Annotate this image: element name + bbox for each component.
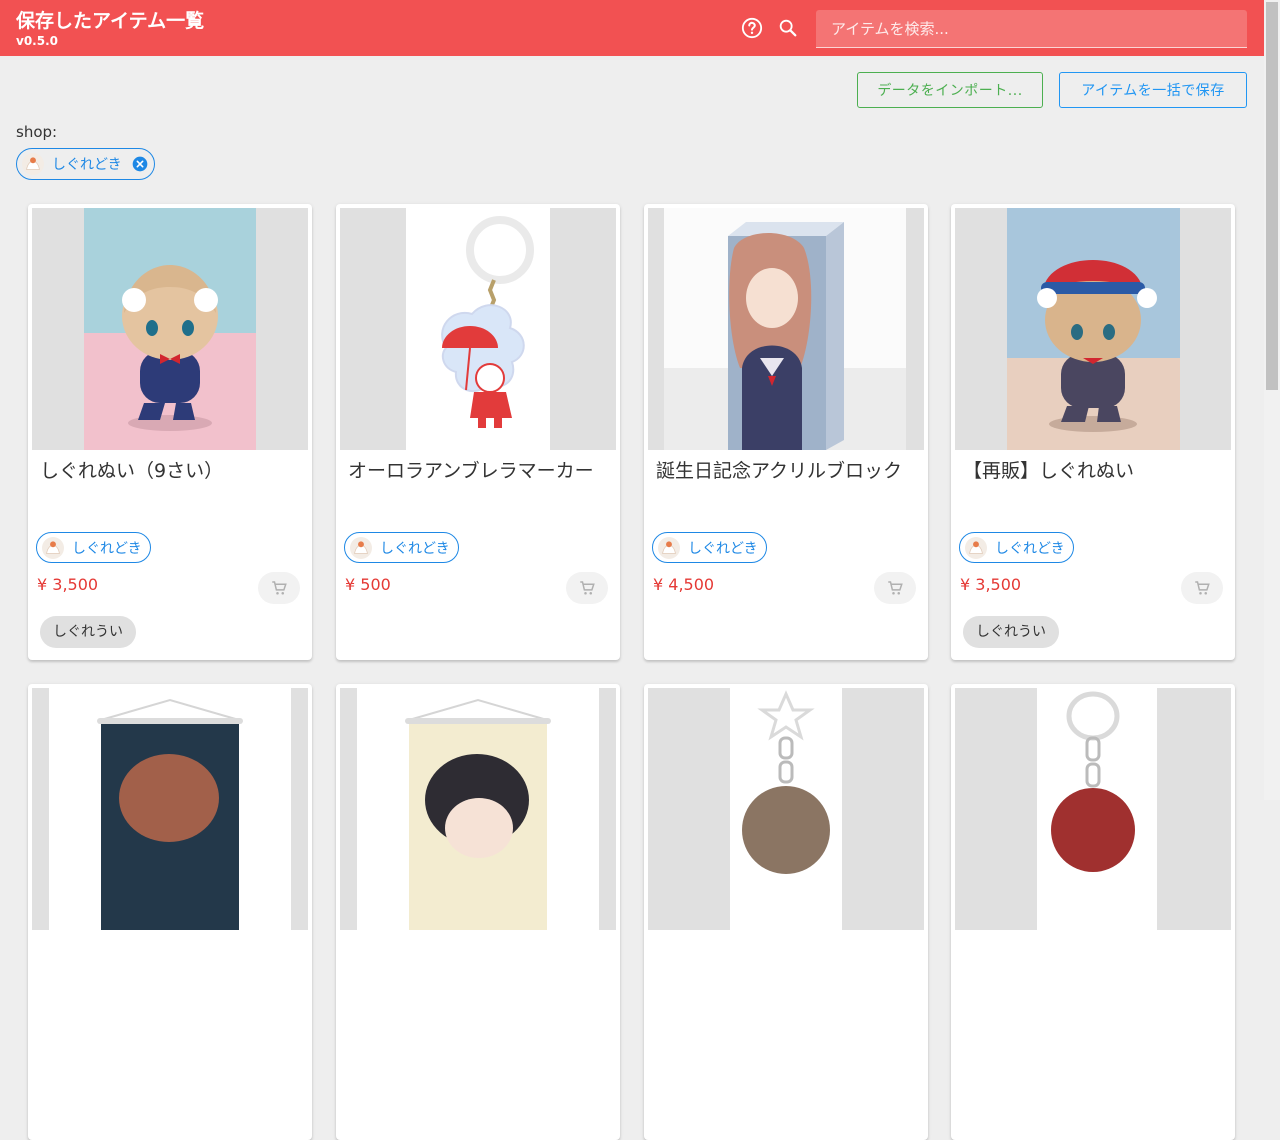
item-card[interactable] [336, 684, 620, 1140]
app-bar: 保存したアイテム一覧 v0.5.0 [0, 0, 1264, 56]
add-to-cart-button[interactable] [566, 572, 608, 604]
cart-icon [888, 581, 903, 595]
cart-icon [1195, 581, 1210, 595]
shop-chip-label: しぐれどき [380, 540, 450, 557]
item-image[interactable] [32, 208, 308, 450]
keychain-photo [406, 208, 550, 450]
item-card[interactable]: オーロラアンブレラマーカー しぐれどき ¥ 500 [336, 204, 620, 660]
shop-avatar-icon [42, 536, 64, 559]
shop-avatar-icon [658, 536, 680, 559]
plush-photo [84, 208, 256, 450]
shop-avatar-icon [350, 536, 372, 559]
plush-photo [1007, 208, 1180, 450]
acrylic-block-photo [664, 208, 906, 450]
item-price: ¥ 3,500 [960, 575, 1022, 594]
item-name[interactable]: オーロラアンブレラマーカー [348, 456, 608, 487]
shop-chip-label: しぐれどき [688, 540, 758, 557]
item-card[interactable]: 誕生日記念アクリルブロック しぐれどき ¥ 4,500 [644, 204, 928, 660]
search-icon[interactable] [777, 17, 799, 39]
item-image[interactable] [32, 688, 308, 930]
shop-filter-chip[interactable]: しぐれどき [16, 148, 155, 180]
close-circle-icon[interactable] [132, 156, 148, 172]
item-card[interactable] [28, 684, 312, 1140]
item-image[interactable] [340, 208, 616, 450]
shop-chip[interactable]: しぐれどき [36, 532, 151, 563]
search-input[interactable] [816, 10, 1247, 48]
shop-avatar-icon [965, 536, 987, 559]
cart-icon [272, 581, 287, 595]
add-to-cart-button[interactable] [1181, 572, 1223, 604]
scrollbar-thumb[interactable] [1266, 2, 1278, 390]
keychain-photo [730, 688, 842, 930]
bulk-save-button[interactable]: アイテムを一括で保存 [1059, 72, 1247, 108]
tapestry-photo [49, 688, 291, 930]
item-price: ¥ 500 [345, 575, 391, 594]
item-tag[interactable]: しぐれうい [963, 616, 1059, 648]
item-image[interactable] [955, 208, 1231, 450]
shop-chip-label: しぐれどき [995, 540, 1065, 557]
item-image[interactable] [648, 688, 924, 930]
item-price: ¥ 4,500 [653, 575, 715, 594]
page-scrollbar[interactable] [1264, 0, 1280, 800]
item-name[interactable]: 【再販】しぐれぬい [963, 456, 1223, 487]
shop-avatar-icon [22, 153, 44, 175]
item-image[interactable] [648, 208, 924, 450]
shop-chip-label: しぐれどき [72, 540, 142, 557]
add-to-cart-button[interactable] [874, 572, 916, 604]
item-card[interactable]: 【再販】しぐれぬい しぐれどき ¥ 3,500 しぐれうい [951, 204, 1235, 660]
item-price: ¥ 3,500 [37, 575, 99, 594]
item-name[interactable]: 誕生日記念アクリルブロック [656, 456, 916, 487]
page-title: 保存したアイテム一覧 [16, 10, 205, 32]
item-card[interactable] [951, 684, 1235, 1140]
keychain-photo [1037, 688, 1157, 930]
shop-chip[interactable]: しぐれどき [652, 532, 767, 563]
import-data-button[interactable]: データをインポート... [857, 72, 1043, 108]
app-version: v0.5.0 [16, 34, 58, 48]
shop-chip[interactable]: しぐれどき [959, 532, 1074, 563]
cart-icon [580, 581, 595, 595]
item-card[interactable]: しぐれぬい（9さい） しぐれどき ¥ 3,500 しぐれうい [28, 204, 312, 660]
item-name[interactable]: しぐれぬい（9さい） [40, 456, 300, 487]
help-circle-icon[interactable] [741, 17, 763, 39]
tapestry-photo [357, 688, 599, 930]
add-to-cart-button[interactable] [258, 572, 300, 604]
shop-chip[interactable]: しぐれどき [344, 532, 459, 563]
item-image[interactable] [955, 688, 1231, 930]
shop-filter-chip-label: しぐれどき [52, 157, 122, 173]
item-card[interactable] [644, 684, 928, 1140]
item-tag[interactable]: しぐれうい [40, 616, 136, 648]
item-image[interactable] [340, 688, 616, 930]
filter-label: shop: [16, 123, 58, 141]
